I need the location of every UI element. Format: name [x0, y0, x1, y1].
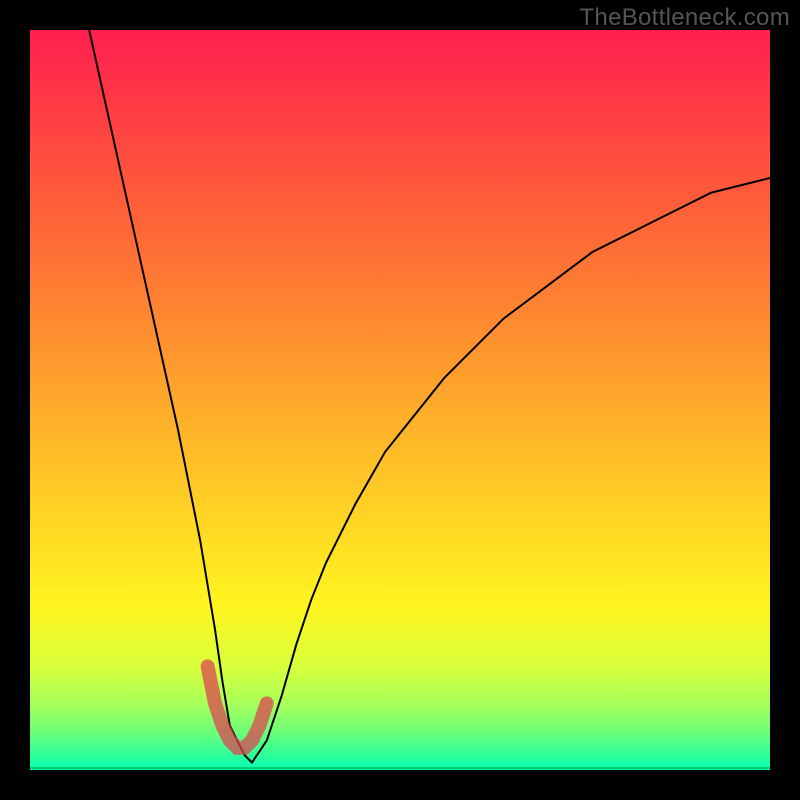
chart-plot-area: [30, 30, 770, 770]
chart-svg: [30, 30, 770, 770]
trough-marker: [208, 666, 267, 747]
bottleneck-curve: [89, 30, 770, 763]
chart-frame: TheBottleneck.com: [0, 0, 800, 800]
watermark-text: TheBottleneck.com: [579, 4, 790, 32]
